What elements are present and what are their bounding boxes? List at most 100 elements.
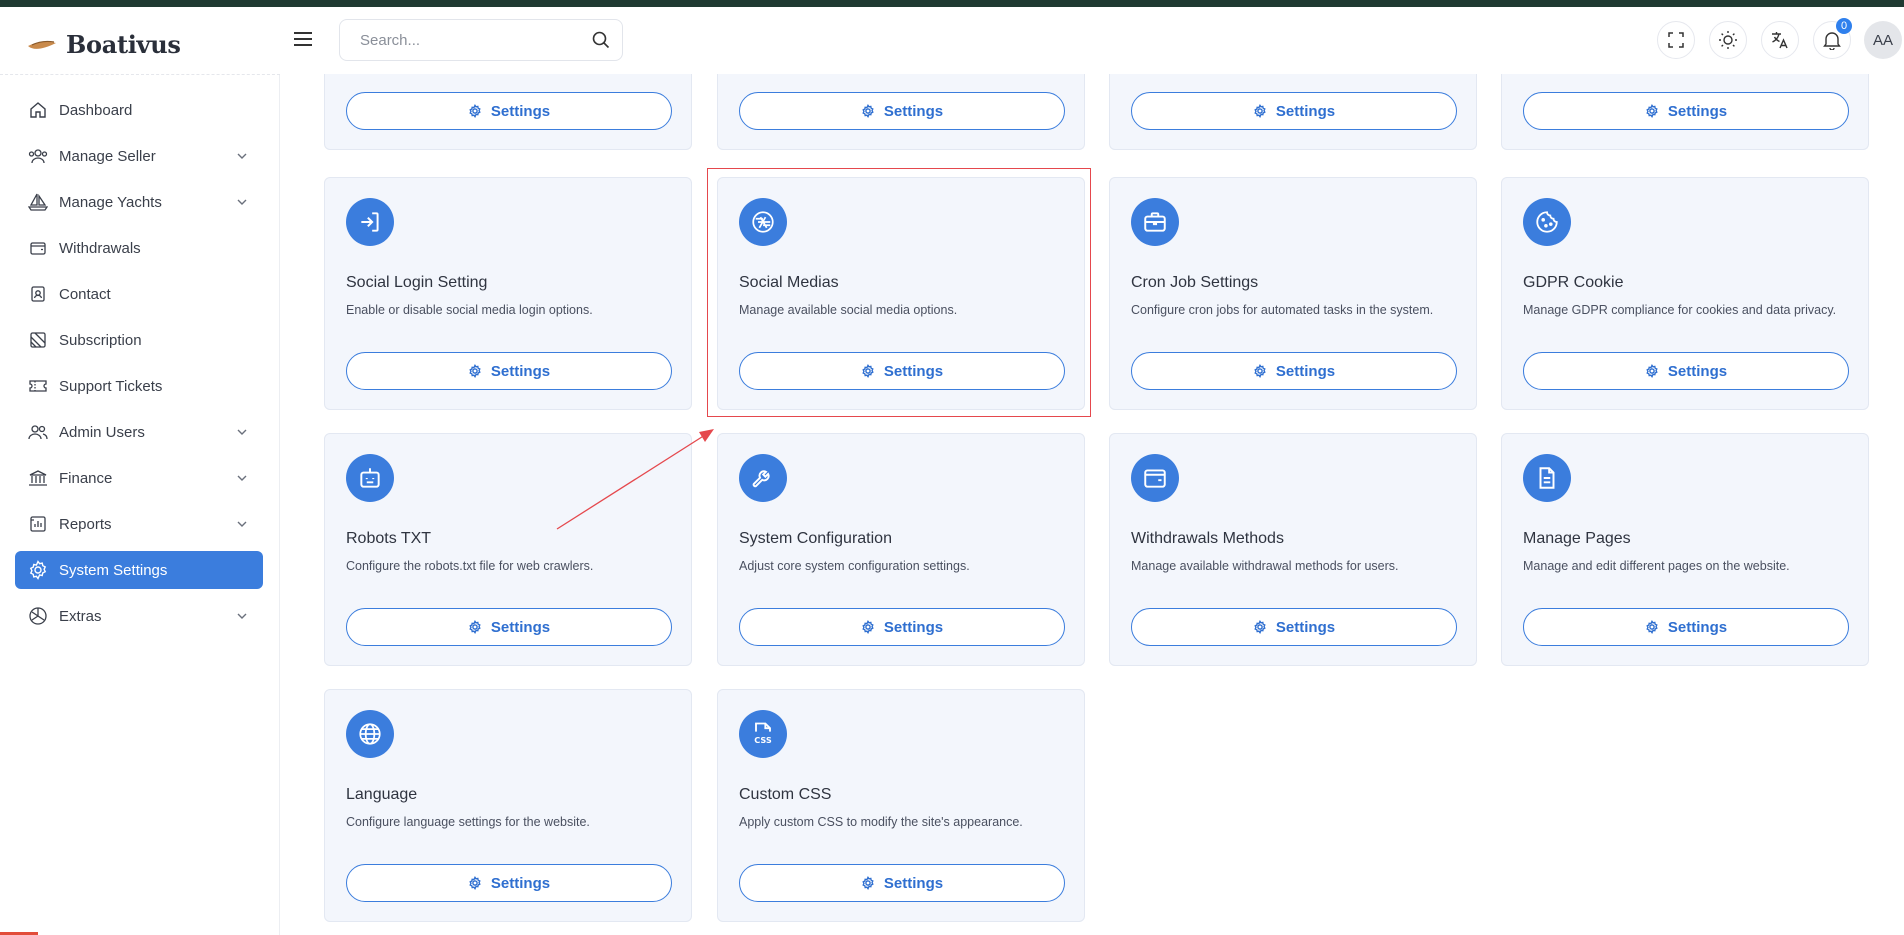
- settings-card-partial: Settings: [324, 74, 692, 150]
- card-title: Social Login Setting: [346, 274, 488, 291]
- wallet-icon: [1131, 454, 1179, 502]
- briefcase-icon: [1131, 198, 1179, 246]
- logo[interactable]: Boativus: [26, 24, 266, 64]
- search-input[interactable]: [360, 31, 592, 49]
- settings-card-custom-css: CSS Custom CSS Apply custom CSS to modif…: [717, 689, 1085, 922]
- settings-card-partial: Settings: [717, 74, 1085, 150]
- sidebar-item-label: System Settings: [59, 561, 168, 579]
- card-title: Withdrawals Methods: [1131, 530, 1284, 547]
- settings-button[interactable]: Settings: [739, 352, 1065, 390]
- robot-icon: [346, 454, 394, 502]
- settings-button-label: Settings: [1275, 362, 1336, 380]
- settings-button[interactable]: Settings: [1131, 608, 1457, 646]
- admin-users-icon: [27, 421, 49, 443]
- settings-card-social-login: Social Login Setting Enable or disable s…: [324, 177, 692, 410]
- settings-button-label: Settings: [490, 102, 551, 120]
- card-description: Configure the robots.txt file for web cr…: [346, 559, 594, 573]
- card-title: Language: [346, 786, 418, 803]
- sidebar-item-label: Dashboard: [59, 101, 133, 119]
- sidebar-item-subscription[interactable]: Subscription: [15, 321, 263, 359]
- wrench-icon: [739, 454, 787, 502]
- card-title: Manage Pages: [1523, 530, 1631, 547]
- contact-icon: [27, 283, 49, 305]
- settings-grid: Settings Settings Settings Settings Soci…: [281, 74, 1904, 935]
- login-icon: [346, 198, 394, 246]
- settings-button-label: Settings: [1667, 618, 1728, 636]
- settings-button[interactable]: Settings: [1523, 608, 1849, 646]
- search-box: [339, 19, 623, 61]
- card-description: Manage and edit different pages on the w…: [1523, 559, 1790, 573]
- card-title: System Configuration: [739, 530, 892, 547]
- gear-icon: [862, 364, 874, 378]
- boat-logo-icon: [28, 40, 56, 49]
- sidebar-item-label: Subscription: [59, 331, 142, 349]
- settings-button[interactable]: Settings: [739, 864, 1065, 902]
- settings-button-label: Settings: [883, 874, 944, 892]
- sidebar-item-reports[interactable]: Reports: [15, 505, 263, 543]
- settings-card-cron-job: Cron Job Settings Configure cron jobs fo…: [1109, 177, 1477, 410]
- card-description: Manage GDPR compliance for cookies and d…: [1523, 303, 1837, 317]
- language-button[interactable]: [1761, 21, 1799, 59]
- settings-button-label: Settings: [1667, 102, 1728, 120]
- sidebar-item-extras[interactable]: Extras: [15, 597, 263, 635]
- settings-button[interactable]: Settings: [346, 352, 672, 390]
- settings-card-gdpr-cookie: GDPR Cookie Manage GDPR compliance for c…: [1501, 177, 1869, 410]
- search-icon[interactable]: [592, 31, 610, 49]
- sidebar-item-manage-yachts[interactable]: Manage Yachts: [15, 183, 263, 221]
- sidebar-item-admin-users[interactable]: Admin Users: [15, 413, 263, 451]
- bell-icon: [1823, 32, 1841, 50]
- sidebar-item-system-settings[interactable]: System Settings: [15, 551, 263, 589]
- gear-icon: [469, 104, 481, 118]
- notifications-button[interactable]: 0: [1813, 18, 1852, 59]
- menu-toggle-button[interactable]: [290, 26, 316, 52]
- card-description: Manage available social media options.: [739, 303, 958, 317]
- settings-button-label: Settings: [883, 362, 944, 380]
- hamburger-icon: [294, 32, 312, 46]
- card-description: Adjust core system configuration setting…: [739, 559, 970, 573]
- settings-card-system-configuration: System Configuration Adjust core system …: [717, 433, 1085, 666]
- user-avatar[interactable]: AA: [1864, 21, 1902, 59]
- sidebar-item-contact[interactable]: Contact: [15, 275, 263, 313]
- settings-button[interactable]: Settings: [739, 608, 1065, 646]
- settings-button-label: Settings: [490, 618, 551, 636]
- gear-icon: [862, 620, 874, 634]
- chevron-down-icon: [237, 199, 247, 205]
- sidebar-item-manage-seller[interactable]: Manage Seller: [15, 137, 263, 175]
- globe-icon: [346, 710, 394, 758]
- ticket-icon: [27, 375, 49, 397]
- gear-icon: [469, 620, 481, 634]
- sidebar-item-label: Manage Yachts: [59, 193, 162, 211]
- gear-icon: [469, 876, 481, 890]
- theme-toggle-button[interactable]: [1709, 21, 1747, 59]
- settings-button-label: Settings: [1667, 362, 1728, 380]
- sidebar-item-finance[interactable]: Finance: [15, 459, 263, 497]
- sidebar-item-support-tickets[interactable]: Support Tickets: [15, 367, 263, 405]
- document-icon: [1523, 454, 1571, 502]
- users-icon: [27, 145, 49, 167]
- settings-card-manage-pages: Manage Pages Manage and edit different p…: [1501, 433, 1869, 666]
- sidebar-item-label: Finance: [59, 469, 113, 487]
- gear-icon: [1254, 620, 1266, 634]
- settings-button-label: Settings: [490, 362, 551, 380]
- css-file-icon: CSS: [739, 710, 787, 758]
- gear-icon: [1646, 364, 1658, 378]
- sidebar-item-label: Support Tickets: [59, 377, 163, 395]
- settings-button[interactable]: Settings: [1131, 92, 1457, 130]
- settings-button-label: Settings: [490, 874, 551, 892]
- settings-button[interactable]: Settings: [1523, 92, 1849, 130]
- settings-button[interactable]: Settings: [346, 608, 672, 646]
- settings-button[interactable]: Settings: [1523, 352, 1849, 390]
- card-title: Social Medias: [739, 274, 839, 291]
- settings-button[interactable]: Settings: [1131, 352, 1457, 390]
- card-title: GDPR Cookie: [1523, 274, 1624, 291]
- settings-button[interactable]: Settings: [346, 864, 672, 902]
- sidebar-item-withdrawals[interactable]: Withdrawals: [15, 229, 263, 267]
- settings-button[interactable]: Settings: [739, 92, 1065, 130]
- sailboat-icon: [27, 191, 49, 213]
- sidebar-item-dashboard[interactable]: Dashboard: [15, 91, 263, 129]
- fullscreen-button[interactable]: [1657, 21, 1695, 59]
- chevron-down-icon: [237, 153, 247, 159]
- settings-card-partial: Settings: [1109, 74, 1477, 150]
- settings-button[interactable]: Settings: [346, 92, 672, 130]
- cookie-icon: [1523, 198, 1571, 246]
